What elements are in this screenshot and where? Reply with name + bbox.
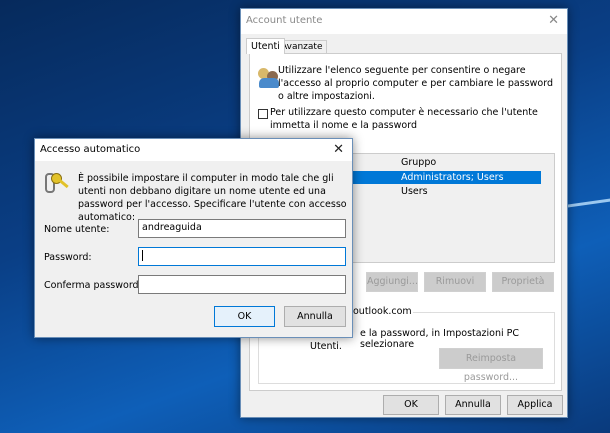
tab-label: Utenti	[251, 41, 280, 52]
list-row[interactable]: Users	[401, 186, 428, 197]
require-login-label: Per utilizzare questo computer è necessa…	[270, 107, 538, 131]
users-icon	[258, 66, 280, 88]
dialog-description: È possibile impostare il computer in mod…	[78, 173, 347, 223]
require-login-checkbox[interactable]	[258, 109, 268, 119]
tab-utenti[interactable]: Utenti	[246, 38, 285, 54]
groupbox-text-line2: Utenti.	[310, 341, 342, 352]
ok-button[interactable]: OK	[383, 395, 439, 415]
dialog-ok-button[interactable]: OK	[214, 306, 275, 327]
username-input[interactable]: andreaguida	[138, 219, 346, 238]
dialog-title-bar: Accesso automatico ✕	[35, 139, 352, 161]
intro-text: Utilizzare l'elenco seguente per consent…	[278, 65, 553, 102]
apply-button[interactable]: Applica	[507, 395, 563, 415]
window-title: Account utente	[246, 15, 323, 26]
close-icon[interactable]: ✕	[548, 13, 559, 28]
confirm-password-input[interactable]	[138, 275, 346, 294]
confirm-password-label: Conferma password:	[44, 280, 142, 291]
properties-button[interactable]: Proprietà	[492, 272, 554, 292]
groupbox-title: outlook.com	[352, 306, 413, 317]
close-icon[interactable]: ✕	[333, 142, 344, 157]
groupbox-text: e la password, in Impostazioni PC selezi…	[360, 328, 520, 350]
cancel-button[interactable]: Annulla	[445, 395, 501, 415]
add-user-button[interactable]: Aggiungi...	[366, 272, 418, 292]
text-cursor	[142, 250, 143, 261]
dialog-title: Accesso automatico	[40, 144, 141, 155]
dialog-cancel-button[interactable]: Annulla	[284, 306, 346, 327]
remove-user-button[interactable]: Rimuovi	[424, 272, 486, 292]
keys-icon	[43, 171, 69, 197]
reset-password-button[interactable]: Reimposta password...	[439, 348, 543, 383]
row-group: Administrators; Users	[401, 172, 504, 183]
title-bar: Account utente ✕	[241, 9, 567, 34]
column-header-gruppo[interactable]: Gruppo	[401, 157, 436, 168]
row-group: Users	[401, 186, 428, 197]
auto-login-dialog: Accesso automatico ✕ È possibile imposta…	[34, 138, 353, 338]
password-input[interactable]	[138, 247, 346, 266]
tab-label: Avanzate	[281, 42, 323, 52]
username-label: Nome utente:	[44, 224, 110, 235]
password-label: Password:	[44, 252, 92, 263]
